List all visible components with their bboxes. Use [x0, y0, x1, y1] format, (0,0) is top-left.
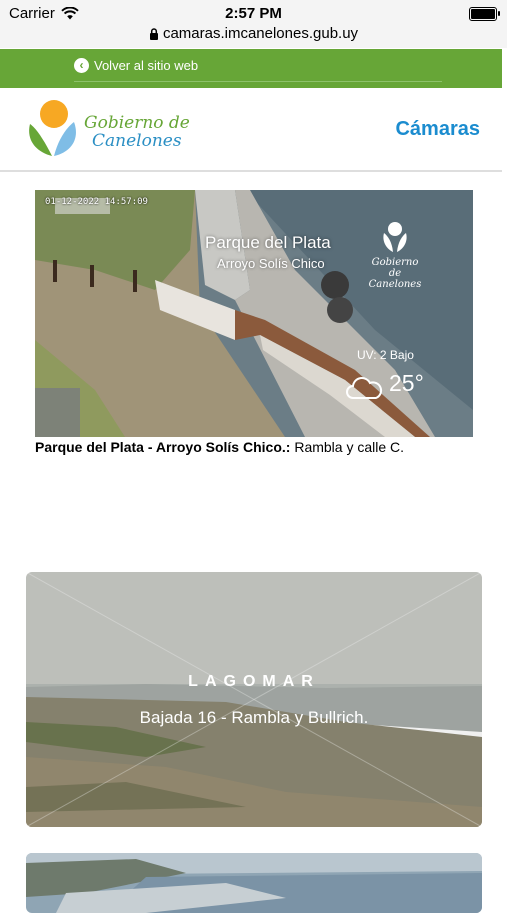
watermark-emblem-icon	[383, 222, 407, 252]
card-subtitle: Bajada 16 - Rambla y Bullrich.	[139, 708, 369, 727]
top-bar: ‹ Volver al sitio web	[0, 49, 502, 88]
card-title: LAGOMAR	[188, 673, 320, 690]
next-camera-scene-image	[26, 853, 482, 913]
divider	[74, 81, 442, 82]
cloud-icon	[346, 377, 383, 399]
temperature: 25°	[389, 370, 424, 396]
overlay-place-name: Parque del Plata	[205, 233, 331, 252]
page-title: Cámaras	[395, 118, 480, 140]
watermark-line2: Canelones	[368, 279, 422, 290]
url-text: camaras.imcanelones.gub.uy	[162, 25, 359, 42]
camera-caption: Parque del Plata - Arroyo Solís Chico.: …	[35, 439, 475, 455]
back-to-site-link[interactable]: ‹ Volver al sitio web	[74, 58, 198, 73]
camera-card-lagomar[interactable]: LAGOMAR Bajada 16 - Rambla y Bullrich.	[26, 572, 482, 827]
camera-timestamp: 01-12-2022 14:57:09	[45, 197, 148, 207]
address-bar[interactable]: camaras.imcanelones.gub.uy	[0, 26, 507, 48]
canelones-logo[interactable]: Gobierno de Canelones	[26, 98, 196, 162]
lock-icon	[149, 28, 158, 41]
clock: 2:57 PM	[225, 5, 282, 22]
lagomar-scene-image	[26, 572, 482, 827]
camera-feed-parque-del-plata[interactable]: 01-12-2022 14:57:09 Parque del Plata Arr…	[35, 190, 473, 437]
logo-emblem-icon	[29, 100, 76, 156]
logo-text: Gobierno de Canelones	[84, 114, 190, 150]
site-header: Gobierno de Canelones Cámaras	[0, 88, 502, 172]
caption-address: Rambla y calle C.	[290, 439, 405, 455]
uv-index: UV: 2 Bajo	[357, 348, 414, 362]
back-link-label: Volver al sitio web	[94, 58, 199, 73]
battery-icon	[469, 7, 500, 21]
status-bar: Carrier 2:57 PM	[0, 0, 507, 26]
watermark-line1: Gobierno de	[371, 257, 419, 279]
camera-card-next[interactable]	[26, 853, 482, 913]
chevron-left-icon: ‹	[74, 58, 89, 73]
overlay-place-subtitle: Arroyo Solís Chico	[217, 256, 325, 271]
logo-line1: Gobierno de	[84, 113, 190, 133]
watermark-logo: Gobierno de Canelones	[365, 220, 425, 290]
caption-location: Parque del Plata - Arroyo Solís Chico.:	[35, 439, 291, 455]
logo-line2: Canelones	[92, 131, 182, 151]
